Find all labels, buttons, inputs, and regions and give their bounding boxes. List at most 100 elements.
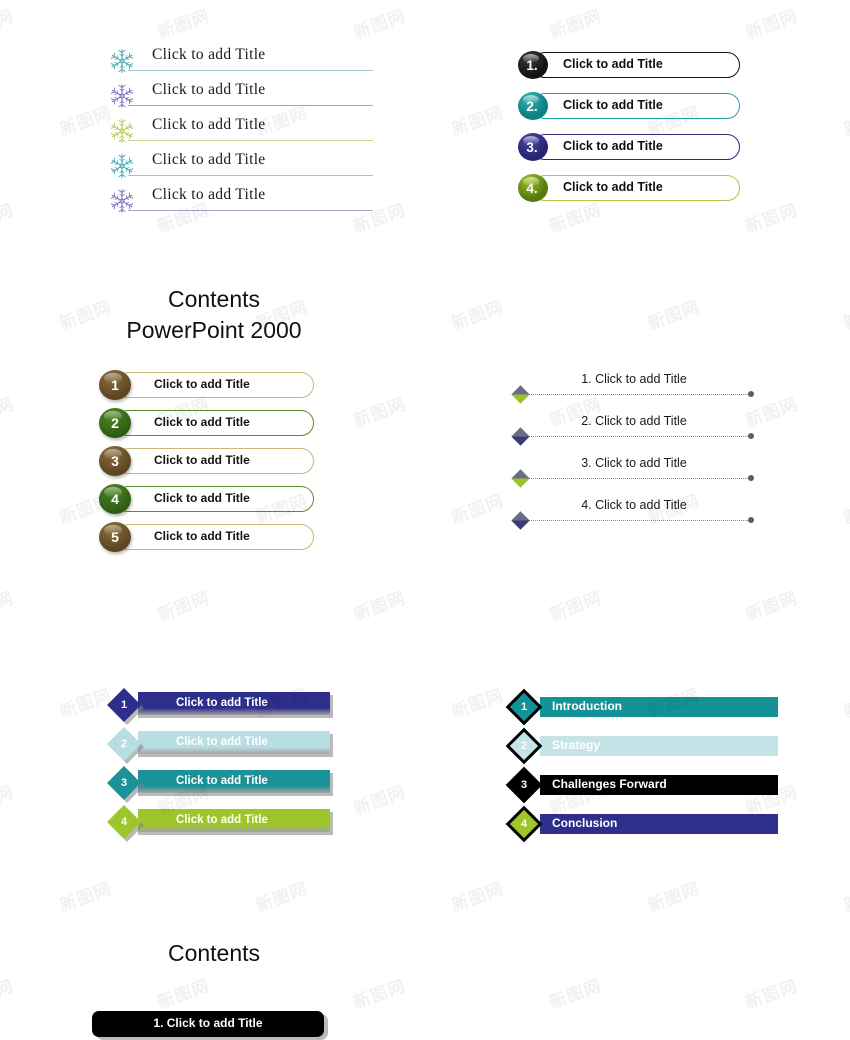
snowflake-item-underline <box>128 140 373 141</box>
dotted-diamond-list: 1. Click to add Title 2. Click to add Tit… <box>511 372 754 540</box>
agenda-bar-label: Challenges Forward <box>552 777 667 791</box>
watermark-text: 新图网 <box>253 879 311 917</box>
watermark-text: 新图网 <box>0 394 17 432</box>
cream-bar-label: Click to add Title <box>154 453 250 467</box>
agenda-number: 2 <box>520 740 528 752</box>
watermark-text: 新图网 <box>841 879 850 917</box>
cream-bar-label: Click to add Title <box>154 491 250 505</box>
dotted-list-item[interactable]: 2. Click to add Title <box>511 414 754 456</box>
agenda-number: 1 <box>520 701 528 713</box>
agenda-bar-item[interactable]: 2 Strategy <box>505 727 778 772</box>
watermark-text: 新图网 <box>155 976 213 1014</box>
snowflake-bullet-list: Click to add Title Click to add Title Cl… <box>108 44 373 219</box>
snowflake-item-label: Click to add Title <box>152 186 266 203</box>
bottom-black-bar[interactable]: 1. Click to add Title <box>92 1011 328 1040</box>
dotted-item-label: 4. Click to add Title <box>581 498 687 512</box>
snowflake-list-item[interactable]: Click to add Title <box>108 79 373 114</box>
diamond-bullet-icon <box>511 385 530 404</box>
watermark-text: 新图网 <box>841 491 850 529</box>
pill-item-label: Click to add Title <box>563 57 663 71</box>
snowflake-item-label: Click to add Title <box>152 116 266 133</box>
numbered-pill-item[interactable]: Click to add Title 1. <box>518 51 740 93</box>
watermark-text: 新图网 <box>449 491 507 529</box>
watermark-text: 新图网 <box>449 103 507 141</box>
watermark-text: 新图网 <box>841 103 850 141</box>
dotted-connector-line <box>526 520 748 521</box>
bottom-bar-label: 1. Click to add Title <box>153 1016 263 1030</box>
agenda-number: 3 <box>520 779 528 791</box>
numbered-pill-item[interactable]: Click to add Title 2. <box>518 92 740 134</box>
agenda-bar-item[interactable]: 4 Conclusion <box>505 805 778 850</box>
snowflake-list-item[interactable]: Click to add Title <box>108 114 373 149</box>
cream-number-badge: 1 <box>99 370 131 400</box>
dotted-list-item[interactable]: 4. Click to add Title <box>511 498 754 540</box>
snowflake-item-label: Click to add Title <box>152 151 266 168</box>
agenda-bar-label: Strategy <box>552 738 601 752</box>
agenda-bar-item[interactable]: 3 Challenges Forward <box>505 766 778 811</box>
chevron-bar-item[interactable]: 1 Click to add Title <box>107 688 333 729</box>
watermark-text: 新图网 <box>351 588 409 626</box>
watermark-text: 新图网 <box>155 588 213 626</box>
watermark-text: 新图网 <box>351 976 409 1014</box>
chevron-number: 2 <box>120 738 128 750</box>
dotted-list-item[interactable]: 1. Click to add Title <box>511 372 754 414</box>
line-end-dot-icon <box>748 517 754 523</box>
cream-bar-label: Click to add Title <box>154 415 250 429</box>
cream-bar-item[interactable]: Click to add Title 1 <box>99 370 314 410</box>
dotted-list-item[interactable]: 3. Click to add Title <box>511 456 754 498</box>
watermark-text: 新图网 <box>0 588 17 626</box>
cream-bar-item[interactable]: Click to add Title 4 <box>99 484 314 524</box>
contents-heading-primary: Contents PowerPoint 2000 <box>0 284 428 346</box>
agenda-bar-item[interactable]: 1 Introduction <box>505 688 778 733</box>
contents-heading-secondary: Contents <box>0 940 428 967</box>
watermark-text: 新图网 <box>155 6 213 44</box>
snowflake-list-item[interactable]: Click to add Title <box>108 149 373 184</box>
dotted-connector-line <box>526 436 748 437</box>
dotted-item-label: 2. Click to add Title <box>581 414 687 428</box>
dotted-connector-line <box>526 394 748 395</box>
chevron-number: 1 <box>120 699 128 711</box>
watermark-text: 新图网 <box>841 297 850 335</box>
line-end-dot-icon <box>748 391 754 397</box>
diamond-bullet-icon <box>511 511 530 530</box>
chevron-bar-label: Click to add Title <box>176 697 268 709</box>
watermark-text: 新图网 <box>0 976 17 1014</box>
chevron-bar-label: Click to add Title <box>176 736 268 748</box>
watermark-text: 新图网 <box>0 6 17 44</box>
pill-number-badge: 3. <box>518 133 548 161</box>
watermark-text: 新图网 <box>449 297 507 335</box>
watermark-text: 新图网 <box>57 685 115 723</box>
cream-number-badge: 4 <box>99 484 131 514</box>
snowflake-list-item[interactable]: Click to add Title <box>108 184 373 219</box>
chevron-bar-item[interactable]: 3 Click to add Title <box>107 766 333 807</box>
diamond-bullet-icon <box>511 427 530 446</box>
pill-number-badge: 1. <box>518 51 548 79</box>
snowflake-item-underline <box>128 175 373 176</box>
chevron-bar-item[interactable]: 2 Click to add Title <box>107 727 333 768</box>
pill-number-badge: 4. <box>518 174 548 202</box>
watermark-text: 新图网 <box>449 685 507 723</box>
chevron-bar-list-placeholder: 1 Click to add Title 2 Click to add Title 3 C… <box>107 688 333 846</box>
cream-bar-item[interactable]: Click to add Title 2 <box>99 408 314 448</box>
watermark-text: 新图网 <box>743 976 801 1014</box>
watermark-text: 新图网 <box>0 200 17 238</box>
watermark-text: 新图网 <box>0 782 17 820</box>
pill-item-label: Click to add Title <box>563 98 663 112</box>
chevron-bar-label: Click to add Title <box>176 814 268 826</box>
line-end-dot-icon <box>748 433 754 439</box>
dotted-item-label: 1. Click to add Title <box>581 372 687 386</box>
chevron-bar-item[interactable]: 4 Click to add Title <box>107 805 333 846</box>
numbered-pill-item[interactable]: Click to add Title 3. <box>518 133 740 175</box>
watermark-text: 新图网 <box>351 394 409 432</box>
cream-bar-item[interactable]: Click to add Title 5 <box>99 522 314 562</box>
contents-title-line1: Contents <box>167 940 261 966</box>
agenda-number: 4 <box>520 818 528 830</box>
watermark-text: 新图网 <box>351 782 409 820</box>
contents-title-line2: PowerPoint 2000 <box>126 317 302 343</box>
numbered-pill-item[interactable]: Click to add Title 4. <box>518 174 740 216</box>
snowflake-item-underline <box>128 105 373 106</box>
cream-bar-item[interactable]: Click to add Title 3 <box>99 446 314 486</box>
watermark-text: 新图网 <box>645 297 703 335</box>
snowflake-list-item[interactable]: Click to add Title <box>108 44 373 79</box>
watermark-text: 新图网 <box>743 588 801 626</box>
